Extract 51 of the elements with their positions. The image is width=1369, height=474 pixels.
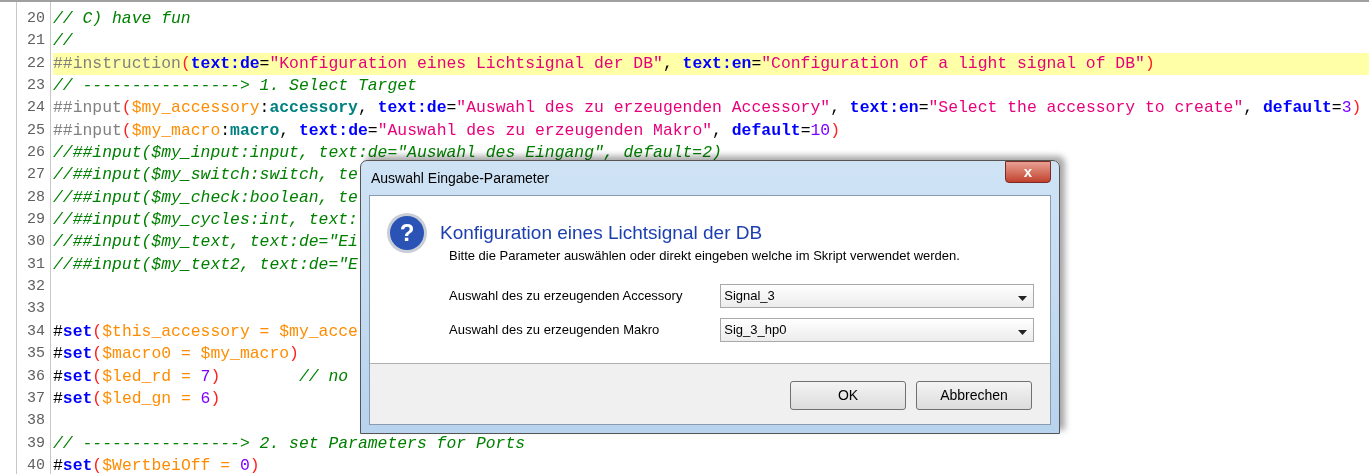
code-line: // ----------------> 1. Select Target [53,75,417,98]
line-number: 28 [26,187,46,208]
code-line: //##input($my_input:input, text:de="Auswahl des Eingang", default=2) [53,142,722,165]
code-line: //##input($my_check:boolean, te [53,186,358,209]
caret-icon [1018,329,1027,335]
line-number: 39 [26,433,46,454]
code-line: //##input($my_cycles:int, text: [53,209,358,232]
line-number: 29 [26,210,46,231]
code-line: ##input($my_macro:macro, text:de="Auswahl des zu erzeugenden Makro", default=10) [53,119,840,142]
code-line: #set($this_accessory = $my_acce [53,320,358,343]
code-line: ##instruction(text:de="Konfiguration eines Lichtsignal der DB", text:en="Configuration of a light signal of DB") [53,52,1155,75]
line-number: 21 [26,31,46,52]
code-line: #set($macro0 = $my_macro) [53,343,299,366]
line-number: 23 [26,76,46,97]
code-line: #set($WertbeiOff = 0) [53,454,260,474]
line-number: 25 [26,120,46,141]
caret-icon [1018,295,1027,301]
line-number: 40 [26,455,46,474]
code-line: #set($led_rd = 7) // no [53,365,349,388]
dropdown[interactable]: Signal_3 [720,283,1034,308]
line-number: 31 [26,254,46,275]
help-icon: ? [386,212,428,254]
line-number: 35 [26,344,46,365]
line-number: 37 [26,388,46,409]
code-line: //##input($my_switch:switch, te [53,164,358,187]
line-number: 33 [26,299,46,320]
line-number: 30 [26,232,46,253]
code-line: // [53,30,73,53]
line-number: 27 [26,165,46,186]
line-number: 36 [26,366,46,387]
line-number: 34 [26,321,46,342]
line-number: 32 [26,277,46,298]
dialog-heading: Konfiguration eines Lichtsignal der DB [440,220,763,245]
code-line: #set($led_gn = 6) [53,387,221,410]
dialog-title: Auswahl Eingabe-Parameter [371,168,551,188]
code-line: //##input($my_text2, text:de="E [53,253,358,276]
code-line: //##input($my_text, text:de="Ei [53,231,358,254]
dialog-description: Bitte die Parameter auswählen oder direkt eingeben welche im Skript verwendet werden. [449,247,961,265]
line-number: 24 [26,98,46,119]
field-label: Auswahl des zu erzeugenden Makro [449,320,661,339]
dialog-button[interactable]: Abbrechen [916,380,1032,410]
line-number: 20 [26,9,46,29]
line-number: 38 [26,411,46,432]
code-line: ##input($my_accessory:accessory, text:de="Auswahl des zu erzeugenden Accessory", text:en="Select the accessory to create", default=3) [53,97,1362,120]
line-number: 26 [26,143,46,164]
field-label: Auswahl des zu erzeugenden Accessory [449,286,684,305]
dialog-button[interactable]: OK [790,380,906,410]
dropdown[interactable]: Sig_3_hp0 [720,317,1034,342]
code-line: // ----------------> 2. set Parameters for Ports [53,432,526,455]
line-number: 22 [26,53,46,74]
code-line: // C) have fun [53,8,191,30]
